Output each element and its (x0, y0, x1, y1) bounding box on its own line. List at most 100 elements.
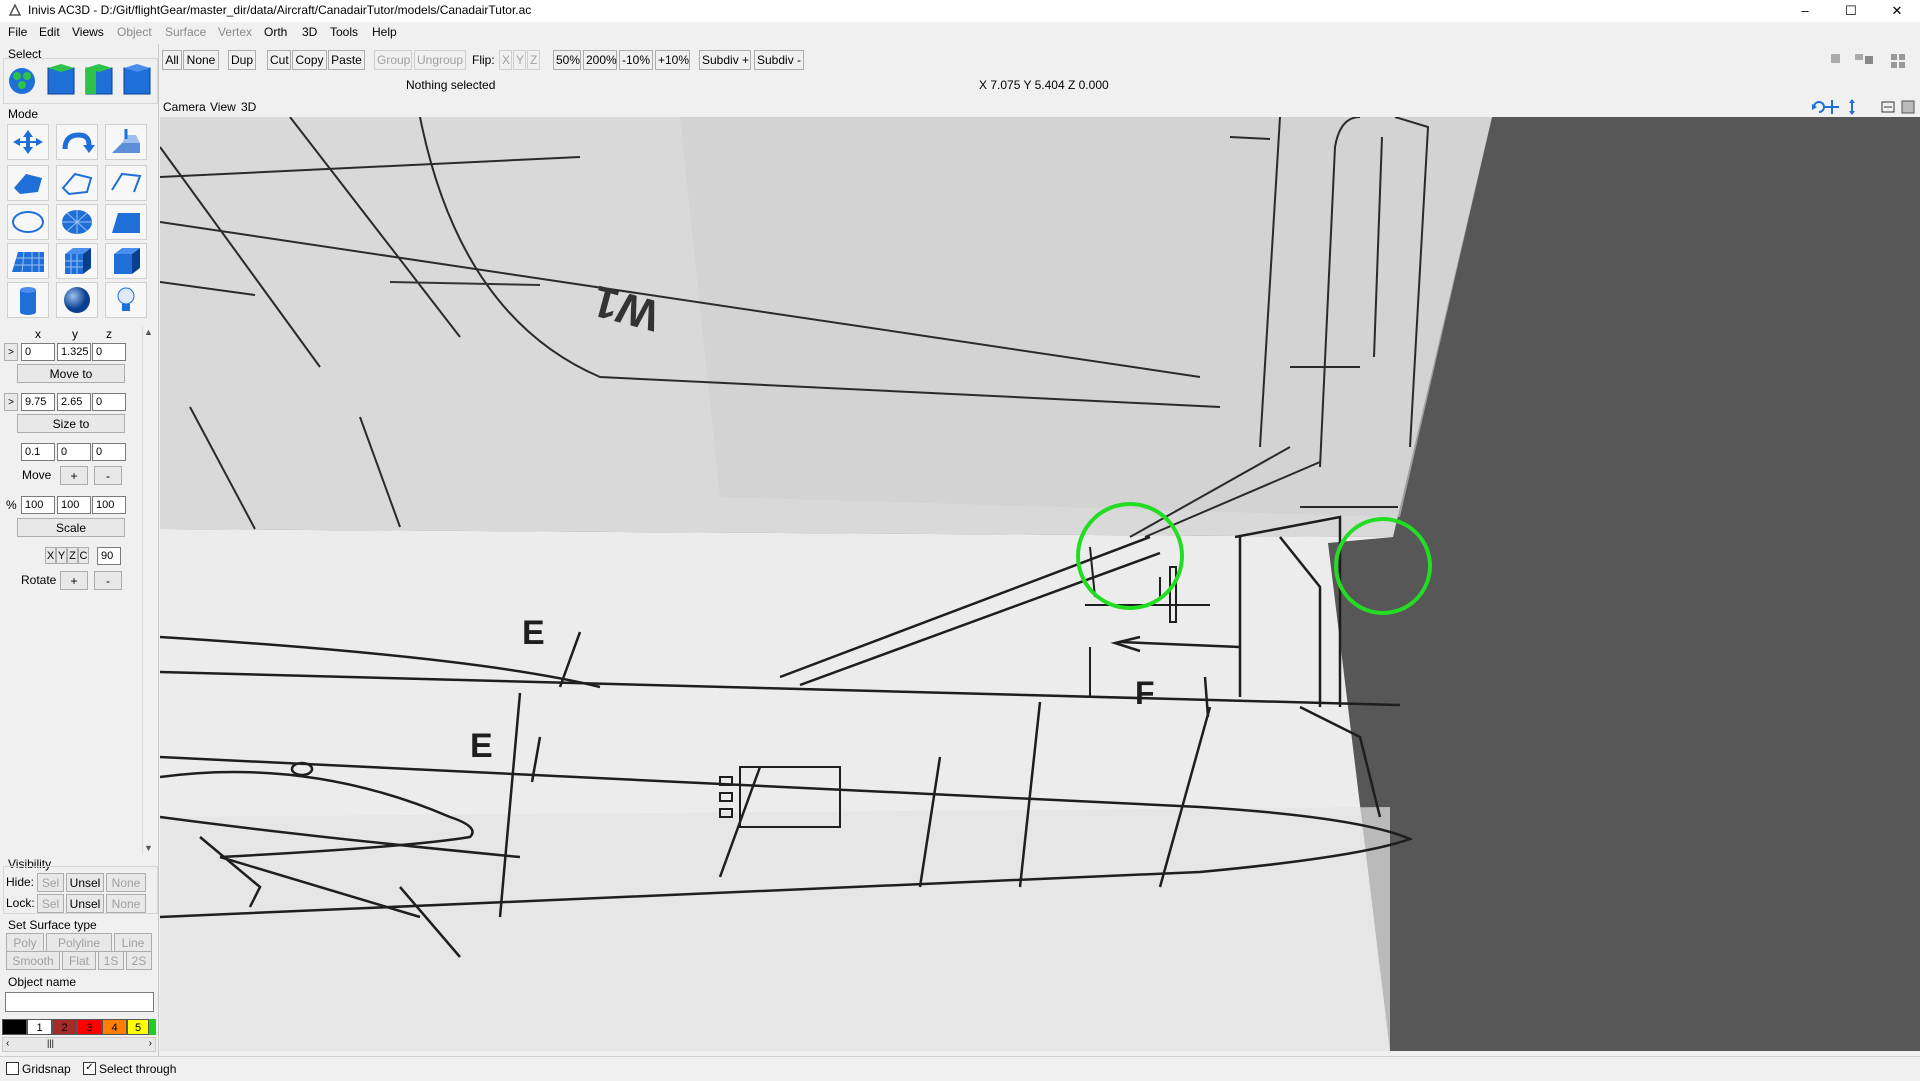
lock-none-button[interactable]: None (106, 894, 146, 913)
select-none-button[interactable]: None (183, 50, 219, 70)
close-button[interactable]: ✕ (1874, 0, 1920, 22)
zoom-50-button[interactable]: 50% (553, 50, 581, 70)
line-tool-icon[interactable] (105, 165, 147, 201)
select-through-checkbox[interactable]: ✓ (83, 1062, 96, 1075)
copy-button[interactable]: Copy (292, 50, 327, 70)
sphere-tool-icon[interactable] (56, 282, 98, 318)
menu-views[interactable]: Views (72, 25, 104, 39)
palette-scrollbar[interactable]: ‹ ||| › (2, 1037, 156, 1052)
subdiv-minus-button[interactable]: Subdiv - (754, 50, 804, 70)
menu-tools[interactable]: Tools (330, 25, 358, 39)
move-z-field[interactable]: 0 (92, 443, 126, 461)
scale-x-field[interactable]: 100 (21, 496, 55, 514)
rotate-y-button[interactable]: Y (56, 547, 67, 564)
polygon-tool-icon[interactable] (7, 165, 49, 201)
rotate-angle-field[interactable]: 90 (97, 547, 121, 565)
scale-z-field[interactable]: 100 (92, 496, 126, 514)
select-mode-icons[interactable] (6, 62, 156, 100)
menu-3d[interactable]: 3D (302, 25, 317, 39)
paste-button[interactable]: Paste (328, 50, 365, 70)
palette-swatch-5[interactable]: 5 (127, 1019, 149, 1035)
move-tool-icon[interactable] (7, 124, 49, 160)
position-z-field[interactable]: 0 (92, 343, 126, 361)
size-get-button[interactable]: > (4, 393, 18, 411)
position-y-field[interactable]: 1.325 (57, 343, 91, 361)
position-get-button[interactable]: > (4, 343, 18, 361)
move-minus-button[interactable]: - (94, 466, 122, 485)
subdiv-plus-button[interactable]: Subdiv + (699, 50, 751, 70)
flat-button[interactable]: Flat (62, 951, 96, 970)
rectangle-tool-icon[interactable] (105, 204, 147, 240)
palette-scroll-thumb-icon[interactable]: ||| (47, 1038, 54, 1048)
zoom-minus-10-button[interactable]: -10% (619, 50, 653, 70)
size-y-field[interactable]: 2.65 (57, 393, 91, 411)
extrude-tool-icon[interactable] (105, 124, 147, 160)
scroll-up-icon[interactable]: ▲ (144, 327, 153, 337)
layout-icons[interactable] (1827, 50, 1917, 70)
scroll-down-icon[interactable]: ▼ (144, 843, 153, 853)
line-button[interactable]: Line (114, 933, 152, 952)
menu-surface[interactable]: Surface (165, 25, 206, 39)
scale-y-field[interactable]: 100 (57, 496, 91, 514)
panel-scrollbar[interactable]: ▲ ▼ (142, 326, 157, 854)
scale-button[interactable]: Scale (17, 518, 125, 537)
two-side-button[interactable]: 2S (126, 951, 152, 970)
menu-file[interactable]: File (8, 25, 27, 39)
flip-z-button[interactable]: Z (527, 50, 540, 70)
rotate-x-button[interactable]: X (45, 547, 56, 564)
flip-x-button[interactable]: X (499, 50, 512, 70)
mesh-tool-icon[interactable] (7, 243, 49, 279)
polyline-button[interactable]: Polyline (46, 933, 112, 952)
position-x-field[interactable]: 0 (21, 343, 55, 361)
palette-swatch-3[interactable]: 3 (77, 1019, 102, 1035)
ellipse-tool-icon[interactable] (7, 204, 49, 240)
one-side-button[interactable]: 1S (98, 951, 124, 970)
gridsnap-checkbox[interactable] (6, 1062, 19, 1075)
group-button[interactable]: Group (374, 50, 412, 70)
hide-unsel-button[interactable]: Unsel (66, 873, 104, 892)
disk-tool-icon[interactable] (56, 204, 98, 240)
palette-swatch-2[interactable]: 2 (52, 1019, 77, 1035)
move-y-field[interactable]: 0 (57, 443, 91, 461)
poly-button[interactable]: Poly (6, 933, 44, 952)
box-tool-icon[interactable] (105, 243, 147, 279)
blueprint-canvas[interactable]: W1 E E F (160, 117, 1920, 1051)
move-plus-button[interactable]: + (60, 466, 88, 485)
palette-scroll-left-icon[interactable]: ‹ (6, 1038, 9, 1049)
lock-sel-button[interactable]: Sel (37, 894, 64, 913)
light-tool-icon[interactable] (105, 282, 147, 318)
rotate-minus-button[interactable]: - (94, 571, 122, 590)
menu-object[interactable]: Object (117, 25, 152, 39)
palette-swatch-6[interactable] (149, 1019, 156, 1035)
object-name-input[interactable] (5, 992, 154, 1012)
hide-sel-button[interactable]: Sel (37, 873, 64, 892)
camera-menu[interactable]: Camera (163, 100, 206, 114)
view-nav-icons[interactable] (1810, 98, 1918, 116)
menu-orth[interactable]: Orth (264, 25, 287, 39)
rotate-c-button[interactable]: C (78, 547, 89, 564)
size-z-field[interactable]: 0 (92, 393, 126, 411)
hide-none-button[interactable]: None (106, 873, 146, 892)
menu-vertex[interactable]: Vertex (218, 25, 252, 39)
dup-button[interactable]: Dup (228, 50, 256, 70)
palette-swatch-1[interactable]: 1 (27, 1019, 52, 1035)
flip-y-button[interactable]: Y (513, 50, 526, 70)
palette-scroll-right-icon[interactable]: › (149, 1038, 152, 1049)
box-mesh-tool-icon[interactable] (56, 243, 98, 279)
minimize-button[interactable]: – (1782, 0, 1828, 22)
palette-swatch-4[interactable]: 4 (102, 1019, 127, 1035)
cylinder-tool-icon[interactable] (7, 282, 49, 318)
smooth-button[interactable]: Smooth (6, 951, 60, 970)
rotate-tool-icon[interactable] (56, 124, 98, 160)
ungroup-button[interactable]: Ungroup (414, 50, 466, 70)
select-all-button[interactable]: All (162, 50, 182, 70)
view-menu[interactable]: View (210, 100, 236, 114)
maximize-button[interactable]: ☐ (1828, 0, 1874, 22)
menu-help[interactable]: Help (372, 25, 397, 39)
move-x-field[interactable]: 0.1 (21, 443, 55, 461)
size-x-field[interactable]: 9.75 (21, 393, 55, 411)
rotate-z-button[interactable]: Z (67, 547, 78, 564)
size-to-button[interactable]: Size to (17, 414, 125, 433)
menu-edit[interactable]: Edit (39, 25, 60, 39)
polyline-tool-icon[interactable] (56, 165, 98, 201)
